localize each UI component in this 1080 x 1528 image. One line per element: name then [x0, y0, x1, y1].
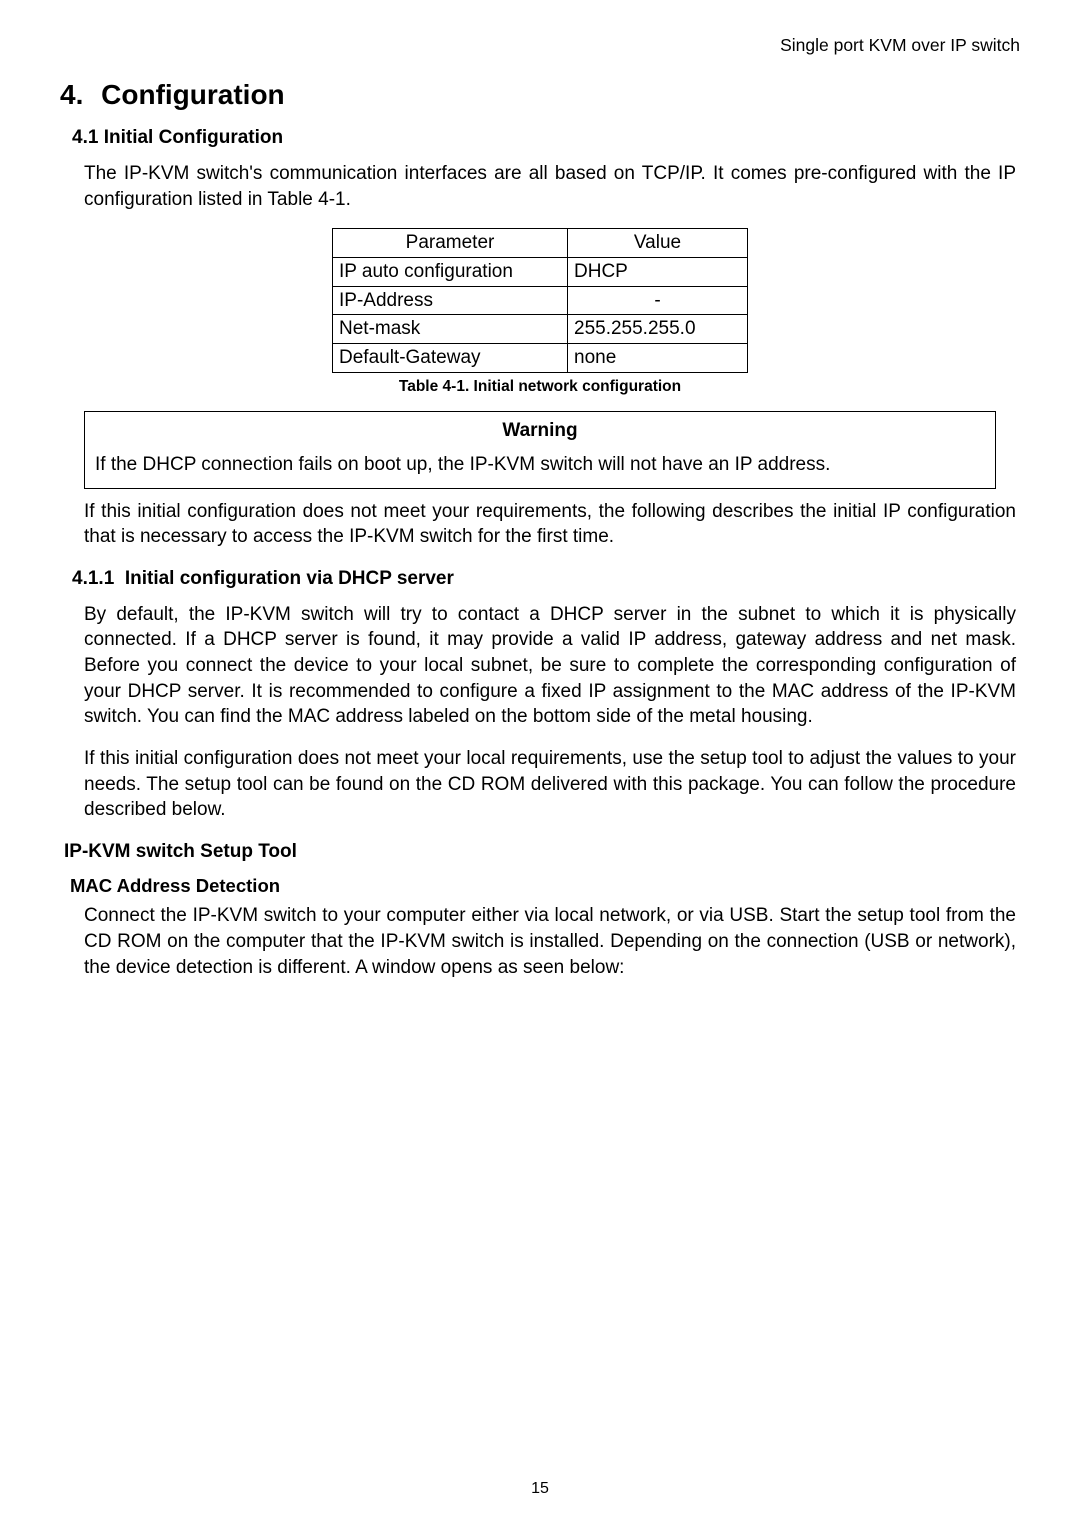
mac-detection-heading: MAC Address Detection — [70, 874, 1020, 899]
table-cell-parameter: Default-Gateway — [333, 343, 568, 372]
mac-detection-paragraph: Connect the IP-KVM switch to your comput… — [84, 903, 1016, 980]
subsubsection-heading: 4.1.1 Initial configuration via DHCP ser… — [72, 566, 1020, 592]
page-header-right: Single port KVM over IP switch — [60, 34, 1020, 58]
table-cell-value: 255.255.255.0 — [568, 315, 748, 344]
section-heading: 4. Configuration — [60, 76, 1020, 114]
table-cell-parameter: Net-mask — [333, 315, 568, 344]
warning-text: If the DHCP connection fails on boot up,… — [95, 452, 985, 478]
table-header-parameter: Parameter — [333, 229, 568, 258]
table-header-row: Parameter Value — [333, 229, 748, 258]
table-row: Default-Gateway none — [333, 343, 748, 372]
table-caption: Table 4-1. Initial network configuration — [60, 377, 1020, 398]
warning-title: Warning — [95, 418, 985, 444]
warning-box: Warning If the DHCP connection fails on … — [84, 411, 996, 488]
network-config-table: Parameter Value IP auto configuration DH… — [332, 228, 748, 372]
section-title-text: Configuration — [101, 79, 285, 110]
setup-tool-heading: IP-KVM switch Setup Tool — [64, 839, 1020, 865]
table-header-value: Value — [568, 229, 748, 258]
table-row: Net-mask 255.255.255.0 — [333, 315, 748, 344]
table-cell-parameter: IP-Address — [333, 286, 568, 315]
intro-paragraph: The IP-KVM switch's communication interf… — [84, 161, 1016, 212]
subsubsection-number: 4.1.1 — [72, 568, 114, 589]
table-cell-value: DHCP — [568, 257, 748, 286]
subsection-heading: 4.1 Initial Configuration — [72, 125, 1020, 151]
subsection-number: 4.1 — [72, 127, 98, 148]
table-row: IP-Address - — [333, 286, 748, 315]
dhcp-paragraph-1: By default, the IP-KVM switch will try t… — [84, 602, 1016, 730]
table-cell-value: - — [568, 286, 748, 315]
table-row: IP auto configuration DHCP — [333, 257, 748, 286]
subsection-title: Initial Configuration — [104, 127, 283, 148]
after-warning-paragraph: If this initial configuration does not m… — [84, 499, 1016, 550]
table-cell-parameter: IP auto configuration — [333, 257, 568, 286]
table-cell-value: none — [568, 343, 748, 372]
page-number: 15 — [0, 1478, 1080, 1500]
dhcp-paragraph-2: If this initial configuration does not m… — [84, 746, 1016, 823]
subsubsection-title: Initial configuration via DHCP server — [125, 568, 454, 589]
section-number: 4. — [60, 79, 83, 110]
